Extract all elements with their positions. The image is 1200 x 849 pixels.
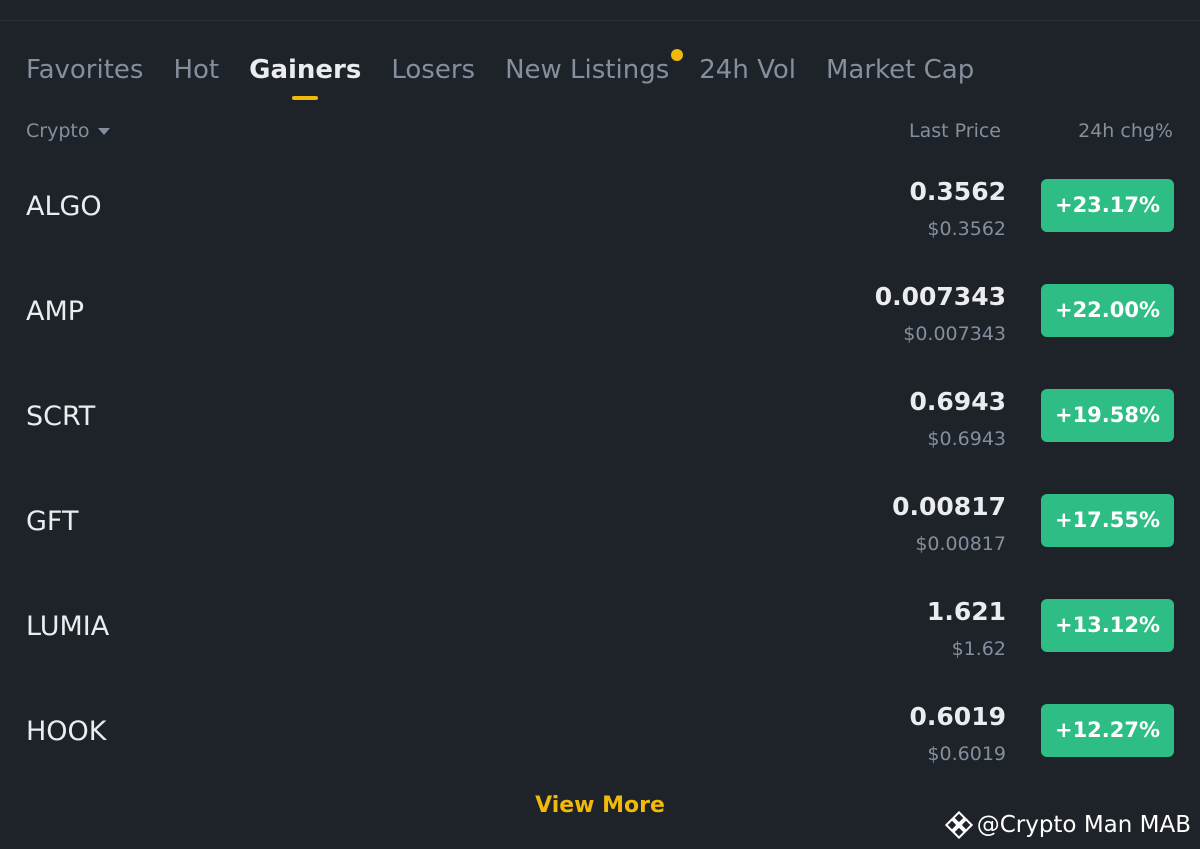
tab-label: Favorites [26, 55, 144, 85]
coin-symbol: GFT [26, 506, 79, 537]
coin-symbol: SCRT [26, 401, 96, 432]
tab-losers[interactable]: Losers [391, 52, 475, 88]
usd-price: $1.62 [951, 638, 1006, 660]
change-badge[interactable]: +23.17% [1041, 179, 1174, 232]
last-price: 0.00817 [892, 492, 1006, 521]
tab-24h-vol[interactable]: 24h Vol [699, 52, 796, 88]
list-item[interactable]: ALGO 0.3562 $0.3562 +23.17% [0, 155, 1200, 260]
list-item[interactable]: SCRT 0.6943 $0.6943 +19.58% [0, 365, 1200, 470]
coin-symbol: AMP [26, 296, 85, 327]
coin-symbol: LUMIA [26, 611, 110, 642]
coin-symbol: HOOK [26, 716, 107, 747]
list-item[interactable]: AMP 0.007343 $0.007343 +22.00% [0, 260, 1200, 365]
tab-favorites[interactable]: Favorites [26, 52, 143, 88]
watermark-text: @Crypto Man MAB [976, 812, 1191, 838]
notification-dot [671, 49, 684, 61]
last-price: 1.621 [926, 597, 1006, 626]
list-item[interactable]: GFT 0.00817 $0.00817 +17.55% [0, 470, 1200, 575]
watermark: @Crypto Man MAB [944, 810, 1191, 840]
change-badge[interactable]: +22.00% [1041, 284, 1174, 337]
usd-price: $0.6019 [927, 743, 1006, 765]
tab-label: Gainers [249, 55, 362, 85]
change-badge[interactable]: +17.55% [1041, 494, 1174, 547]
gainers-list: ALGO 0.3562 $0.3562 +23.17% AMP 0.007343… [0, 155, 1200, 785]
tab-label: 24h Vol [699, 55, 796, 85]
market-overview-panel: Favorites Hot Gainers Losers New Listing… [0, 0, 1200, 849]
tab-market-cap[interactable]: Market Cap [826, 52, 974, 88]
last-price: 0.6019 [909, 702, 1006, 731]
top-divider [0, 20, 1200, 21]
change-header[interactable]: 24h chg% [1078, 120, 1173, 142]
tab-label: Hot [173, 55, 220, 85]
tab-label: New Listings [505, 55, 670, 85]
usd-price: $0.3562 [927, 218, 1006, 240]
sort-caret-icon [98, 127, 111, 135]
coin-symbol: ALGO [26, 191, 102, 222]
usd-price: $0.00817 [915, 533, 1006, 555]
last-price-header[interactable]: Last Price [909, 120, 1001, 142]
change-badge[interactable]: +19.58% [1041, 389, 1174, 442]
tab-gainers[interactable]: Gainers [249, 52, 362, 100]
usd-price: $0.007343 [903, 323, 1006, 345]
last-price: 0.6943 [909, 387, 1006, 416]
list-item[interactable]: HOOK 0.6019 $0.6019 +12.27% [0, 680, 1200, 785]
active-tab-indicator [292, 96, 319, 100]
crypto-sort-header[interactable]: Crypto [26, 120, 111, 142]
last-price: 0.007343 [874, 282, 1006, 311]
market-tabs: Favorites Hot Gainers Losers New Listing… [26, 49, 1004, 100]
list-item[interactable]: LUMIA 1.621 $1.62 +13.12% [0, 575, 1200, 680]
tab-hot[interactable]: Hot [173, 52, 219, 88]
change-badge[interactable]: +13.12% [1041, 599, 1174, 652]
binance-logo-icon [944, 811, 973, 839]
view-more-link[interactable]: View More [535, 793, 665, 818]
tab-new-listings[interactable]: New Listings [505, 49, 684, 88]
last-price: 0.3562 [909, 177, 1006, 206]
tab-label: Market Cap [826, 55, 975, 85]
tab-label: Losers [391, 55, 476, 85]
crypto-header-label: Crypto [26, 120, 90, 142]
usd-price: $0.6943 [927, 428, 1006, 450]
change-badge[interactable]: +12.27% [1041, 704, 1174, 757]
